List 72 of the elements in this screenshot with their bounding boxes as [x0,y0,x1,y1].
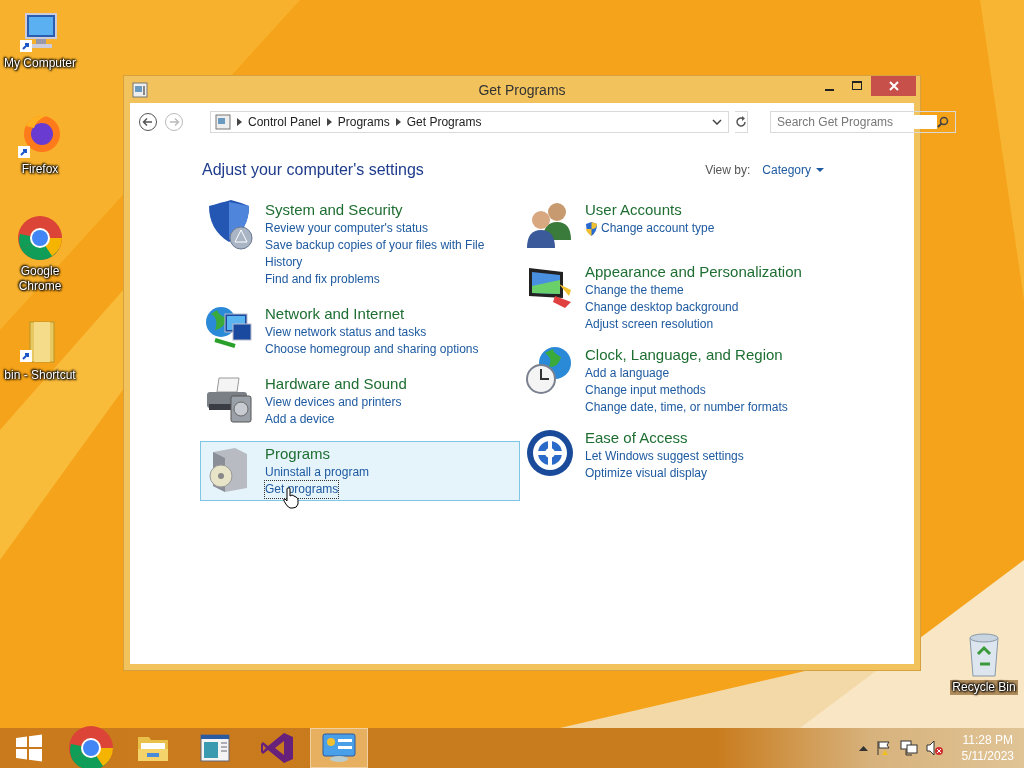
task-link[interactable]: Change the theme [585,282,684,299]
clock-time: 11:28 PM [962,733,1013,747]
category[interactable]: Appearance and Personalization Change the theme Change desktop background Adjust screen resolution [520,259,830,336]
search-icon [937,116,949,128]
show-hidden-icons-caret-icon[interactable] [858,745,868,751]
chrome-icon [16,214,64,262]
refresh-button[interactable] [735,111,748,133]
minimize-icon [824,88,834,91]
task-link[interactable]: Change input methods [585,382,706,399]
chrome-icon [67,724,115,768]
category-title-link[interactable]: Appearance and Personalization [585,262,802,282]
close-icon [888,81,899,91]
category-title-link[interactable]: Hardware and Sound [265,374,407,394]
page-heading: Adjust your computer's settings [202,161,425,179]
category-title-link[interactable]: Clock, Language, and Region [585,345,783,365]
ease-of-access-icon [525,428,575,478]
taskbar-app-button[interactable] [310,728,368,768]
task-link[interactable]: Uninstall a program [265,464,370,481]
category[interactable]: Hardware and Sound View devices and printers Add a device [200,371,520,431]
dropdown-chevron-icon[interactable] [712,119,722,125]
maximize-icon [851,81,863,91]
task-link[interactable]: Find and fix problems [265,271,380,288]
task-link[interactable]: Adjust screen resolution [585,316,714,333]
chevron-right-icon[interactable] [237,118,242,126]
category-title-link[interactable]: Programs [265,444,331,464]
search-field[interactable]: Search Get Programs [770,111,956,133]
network-icon[interactable] [899,740,918,756]
control-panel-icon [132,82,148,98]
task-link[interactable]: Change date, time, or number formats [585,399,788,416]
chevron-right-icon[interactable] [395,118,401,126]
task-link[interactable]: View network status and tasks [265,324,427,341]
task-link[interactable]: View devices and printers [265,394,402,411]
task-link[interactable]: Optimize visual display [585,465,708,482]
back-button[interactable] [138,112,158,132]
window-title: Get Programs [478,81,566,98]
selected-category[interactable]: Programs Uninstall a program Get programs [200,441,520,501]
task-link[interactable]: Review your computer's status [265,220,429,237]
chevron-right-icon[interactable] [326,118,332,126]
category-title-link[interactable]: Ease of Access [585,428,688,448]
address-bar[interactable]: Control Panel Programs Get Programs [210,111,729,133]
close-button[interactable] [871,76,916,96]
breadcrumb[interactable]: Programs [337,115,390,129]
task-link[interactable]: Save backup copies of your files with File History [265,237,515,271]
view-by-dropdown[interactable]: Category [762,163,824,177]
task-link[interactable]: Choose homegroup and sharing options [265,341,479,358]
document-window-icon [200,734,230,762]
windows-logo-icon [15,734,43,762]
view-by-label: View by: [705,163,751,177]
task-link[interactable]: Add a language [585,365,670,382]
category-title-link[interactable]: Network and Internet [265,304,405,324]
control-panel-icon [322,733,356,763]
clock-date: 5/11/2023 [961,749,1014,763]
speaker-muted-icon[interactable] [925,740,944,756]
task-link[interactable]: Change account type [601,220,715,237]
task-link[interactable]: Change desktop background [585,299,739,316]
task-link[interactable]: Get programs [265,481,339,498]
caret-icon [816,167,824,173]
category[interactable]: Clock, Language, and Region Add a language Change input methods Change date, time, or number formats [520,342,830,419]
category[interactable]: Network and Internet View network status and tasks Choose homegroup and sharing options [200,301,520,361]
category[interactable]: Ease of Access Let Windows suggest settings Optimize visual display [520,425,830,485]
category[interactable]: System and Security Review your computer's status Save backup copies of your files with File History Find and fix problems [200,197,520,291]
flag-icon[interactable] [875,740,892,756]
category-title-link[interactable]: User Accounts [585,200,682,220]
category-title-link[interactable]: System and Security [265,200,403,220]
infinity-logo-icon [260,732,294,764]
printer-icon [205,374,255,424]
category[interactable]: User Accounts Change account type [520,197,830,253]
task-link[interactable]: Let Windows suggest settings [585,448,744,465]
control-panel-icon [215,114,231,130]
task-link[interactable]: Add a device [265,411,335,428]
breadcrumb[interactable]: Control Panel [248,115,321,129]
breadcrumb[interactable]: Get Programs [406,115,482,129]
